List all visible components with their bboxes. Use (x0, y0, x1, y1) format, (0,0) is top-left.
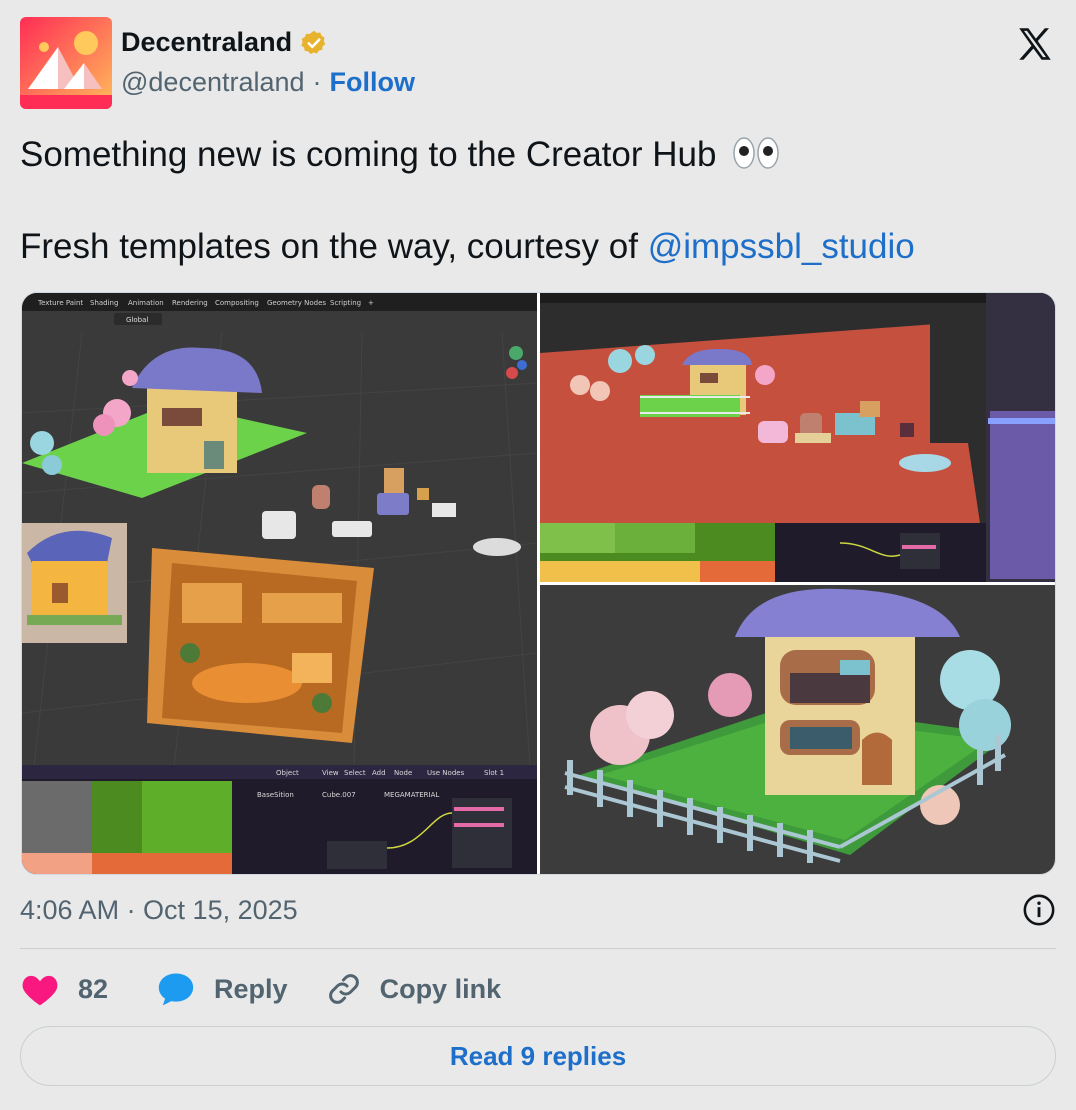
read-replies-button[interactable]: Read 9 replies (20, 1026, 1056, 1086)
media-image-blender-viewport[interactable]: Texture Paint Shading Animation Renderin… (22, 293, 537, 874)
blender-node-cube: Cube.007 (322, 791, 356, 799)
blender-tab-4: Compositing (215, 299, 259, 307)
timestamp[interactable]: 4:06 AM · Oct 15, 2025 (20, 895, 298, 926)
blender-tab-0: Texture Paint (37, 299, 83, 307)
blender-view-menu: View (322, 769, 339, 777)
action-bar: 82 Reply Copy link (20, 966, 501, 1012)
verified-badge-icon (301, 30, 326, 54)
tweet-body: Something new is coming to the Creator H… (20, 132, 1056, 270)
blender-tab-7: + (368, 299, 374, 307)
follow-button[interactable]: Follow (330, 67, 415, 98)
blender-select-menu: Select (344, 769, 366, 777)
tweet-line-1: Something new is coming to the Creator H… (20, 132, 1056, 178)
copy-link-button[interactable]: Copy link (326, 971, 502, 1007)
blender-tab-2: Animation (128, 299, 164, 307)
like-button[interactable]: 82 (20, 971, 108, 1007)
tweet-text-line-2: Fresh templates on the way, courtesy of (20, 227, 648, 266)
separator-dot: · (312, 67, 322, 97)
display-name[interactable]: Decentraland (121, 27, 292, 58)
heart-icon (22, 975, 58, 1006)
avatar[interactable] (20, 17, 112, 109)
blender-tab-1: Shading (90, 299, 118, 307)
blender-node-menu: Node (394, 769, 412, 777)
copy-link-label: Copy link (379, 973, 502, 1004)
name-row: Decentraland (121, 27, 328, 58)
x-logo-icon[interactable] (1014, 23, 1056, 65)
blender-add-menu: Add (372, 769, 386, 777)
blender-node-basesition: BaseSition (257, 791, 294, 799)
tweet-text-line-1: Something new is coming to the Creator H… (20, 135, 717, 174)
tweet-header: Decentraland @decentraland · Follow (20, 17, 1056, 109)
blender-tab-5: Geometry Nodes (267, 299, 326, 307)
tweet-line-2: Fresh templates on the way, courtesy of … (20, 224, 1056, 270)
divider (20, 948, 1056, 949)
reply-label: Reply (214, 973, 288, 1004)
blender-global: Global (126, 316, 148, 324)
info-icon[interactable] (1022, 893, 1056, 927)
handle[interactable]: @decentraland (121, 67, 305, 98)
blender-tab-6: Scripting (330, 299, 361, 307)
reply-bubble-icon (158, 973, 194, 1006)
handle-row: @decentraland · Follow (121, 67, 415, 98)
blender-tab-3: Rendering (172, 299, 208, 307)
media-image-red-scene[interactable] (540, 293, 1055, 582)
blender-node-material: MEGAMATERIAL (384, 791, 439, 799)
blender-object-menu: Object (276, 769, 299, 777)
media-grid: Texture Paint Shading Animation Renderin… (21, 292, 1056, 875)
reply-button[interactable]: Reply (156, 971, 288, 1007)
media-image-house-closeup[interactable] (540, 585, 1055, 874)
eyes-emoji-icon (733, 137, 779, 169)
blender-use-nodes: Use Nodes (427, 769, 465, 777)
link-icon (328, 974, 359, 1004)
like-count: 82 (78, 973, 109, 1004)
mention-link[interactable]: @impssbl_studio (648, 227, 915, 266)
blender-slot: Slot 1 (484, 769, 504, 777)
